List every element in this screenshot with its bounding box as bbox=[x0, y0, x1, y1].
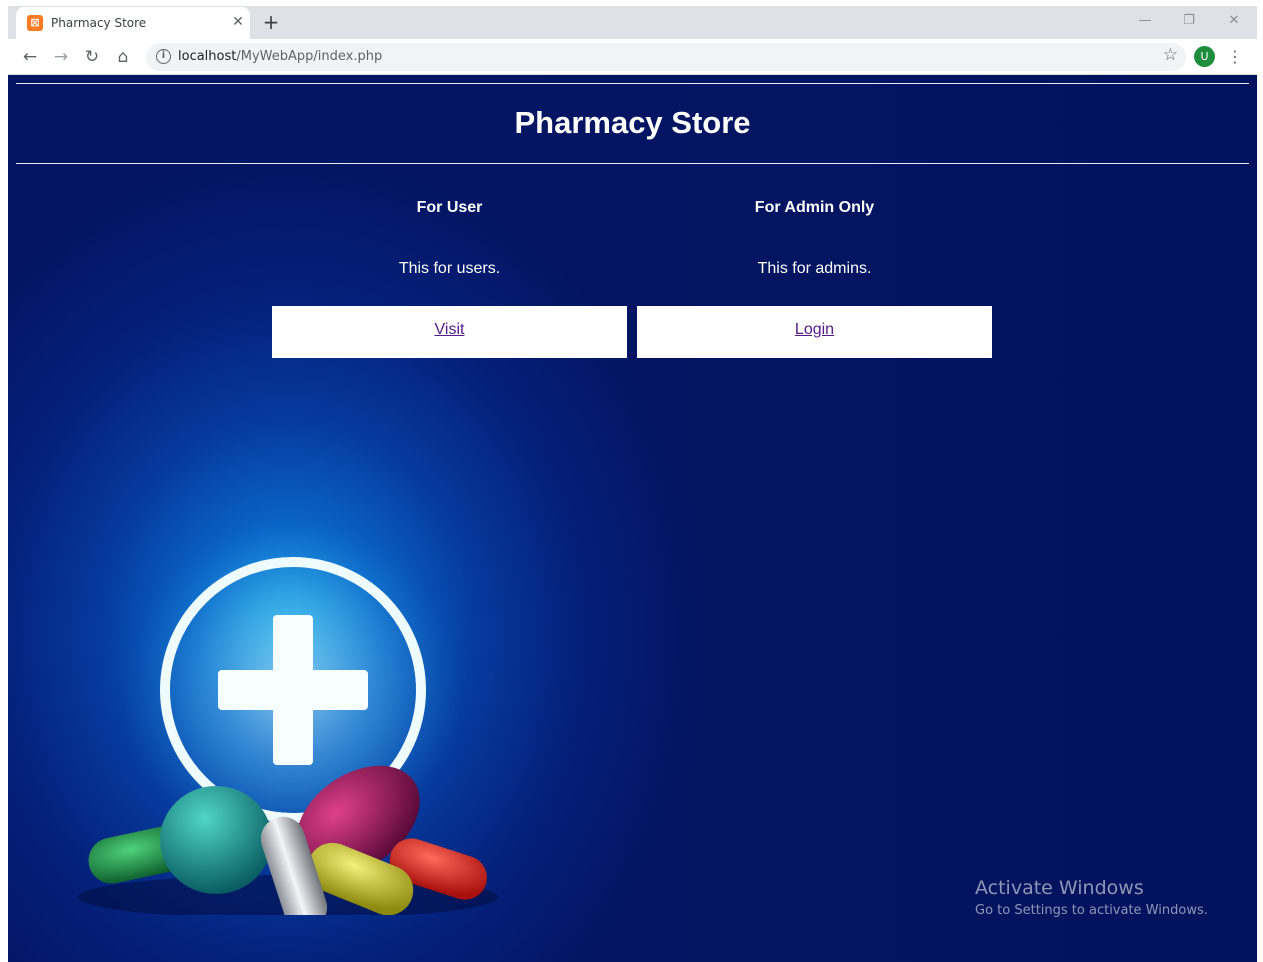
profile-avatar[interactable]: U bbox=[1194, 46, 1215, 67]
pharmacy-illustration bbox=[78, 520, 498, 915]
url-host: localhost bbox=[178, 49, 237, 64]
url-path: /MyWebApp/index.php bbox=[236, 49, 383, 64]
minimize-icon[interactable]: — bbox=[1130, 10, 1160, 32]
login-button-box[interactable]: Login bbox=[637, 306, 992, 358]
window-close-icon[interactable]: ✕ bbox=[1219, 10, 1249, 32]
teal-pill bbox=[160, 786, 272, 894]
home-icon[interactable]: ⌂ bbox=[111, 45, 135, 69]
header-bottom-rule bbox=[16, 163, 1249, 164]
tab-pharmacy-store[interactable]: ⊠ Pharmacy Store ✕ bbox=[16, 7, 250, 39]
address-bar[interactable]: i localhost/MyWebApp/index.php ☆ bbox=[146, 43, 1186, 71]
new-tab-button[interactable]: + bbox=[260, 11, 282, 33]
url-text[interactable]: localhost/MyWebApp/index.php bbox=[178, 49, 382, 64]
site-info-icon[interactable]: i bbox=[156, 49, 171, 64]
tab-title: Pharmacy Store bbox=[51, 16, 147, 30]
xampp-favicon-icon: ⊠ bbox=[27, 15, 43, 31]
visit-link[interactable]: Visit bbox=[435, 321, 465, 339]
tab-strip: ⊠ Pharmacy Store ✕ + — ❐ ✕ bbox=[8, 6, 1257, 39]
user-column-heading: For User bbox=[416, 199, 483, 216]
back-icon[interactable]: ← bbox=[18, 45, 42, 69]
visit-button-box[interactable]: Visit bbox=[272, 306, 627, 358]
header-top-rule bbox=[16, 83, 1249, 84]
tab-close-icon[interactable]: ✕ bbox=[230, 14, 246, 30]
activate-windows-subtitle: Go to Settings to activate Windows. bbox=[975, 903, 1208, 918]
forward-icon[interactable]: → bbox=[49, 45, 73, 69]
admin-column-description: This for admins. bbox=[757, 260, 872, 277]
browser-toolbar: ← → ↻ ⌂ i localhost/MyWebApp/index.php ☆… bbox=[8, 39, 1257, 75]
page-content: Pharmacy Store For User For Admin Only T… bbox=[8, 75, 1257, 962]
reload-icon[interactable]: ↻ bbox=[80, 45, 104, 69]
page-title: Pharmacy Store bbox=[514, 105, 751, 140]
activate-windows-title: Activate Windows bbox=[975, 877, 1144, 899]
bookmark-star-icon[interactable]: ☆ bbox=[1163, 45, 1178, 65]
browser-menu-icon[interactable]: ⋮ bbox=[1226, 45, 1244, 69]
admin-column-heading: For Admin Only bbox=[754, 199, 875, 216]
restore-icon[interactable]: ❐ bbox=[1174, 10, 1204, 32]
user-column-description: This for users. bbox=[398, 260, 501, 277]
login-link[interactable]: Login bbox=[795, 321, 834, 339]
browser-window: ⊠ Pharmacy Store ✕ + — ❐ ✕ ← → ↻ ⌂ i loc… bbox=[8, 6, 1257, 962]
